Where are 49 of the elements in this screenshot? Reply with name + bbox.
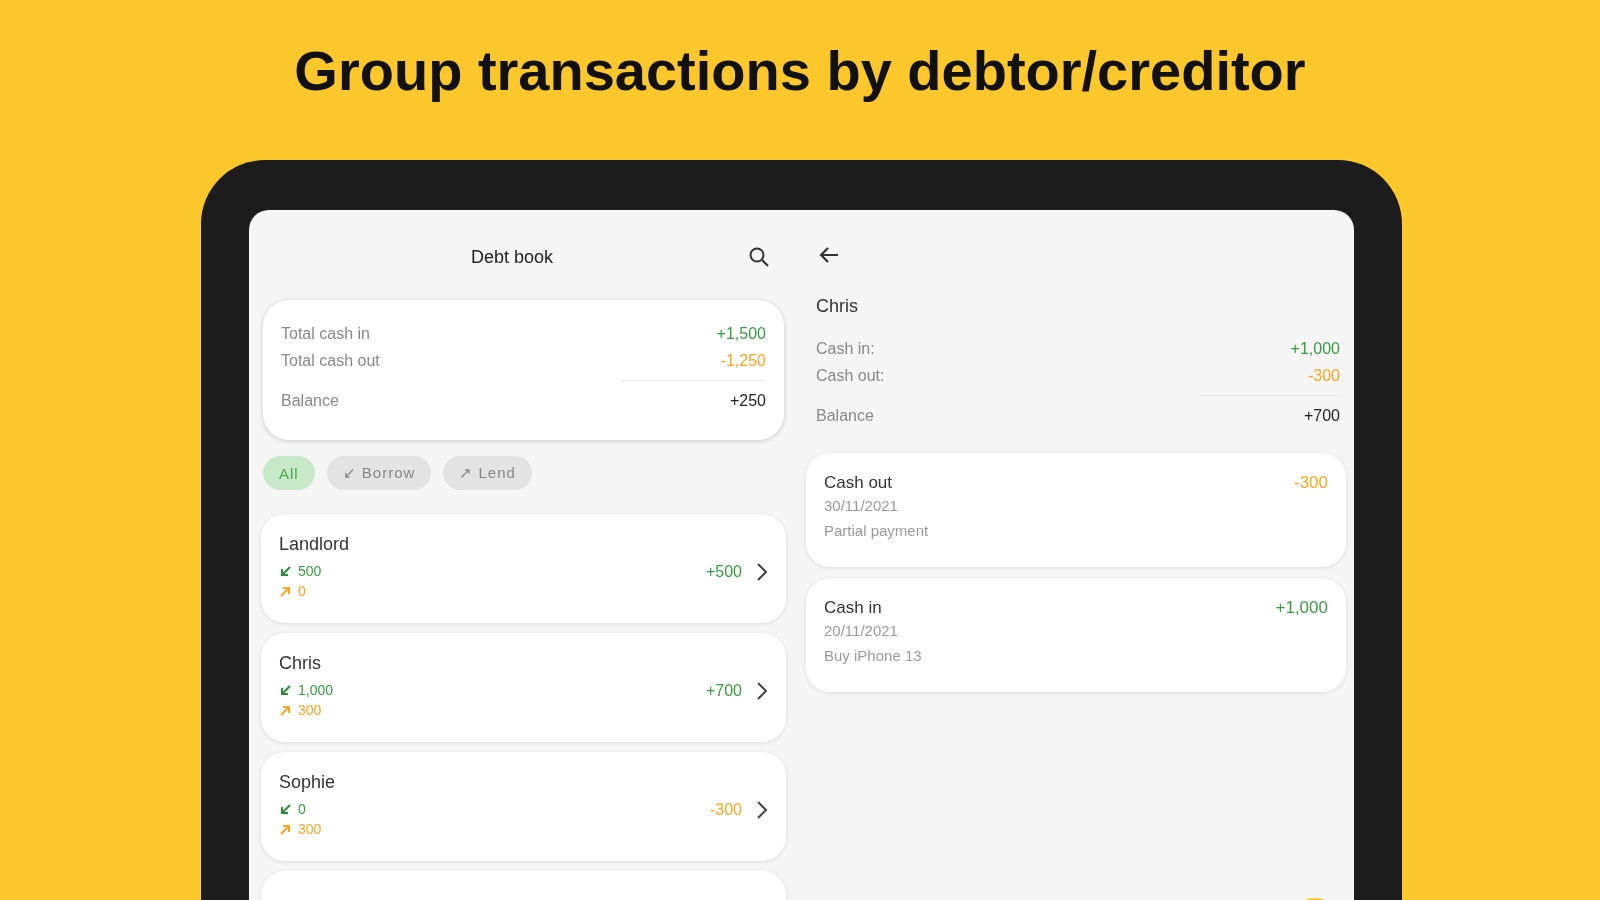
contact-name: Chris xyxy=(279,653,322,674)
arrow-down-left-icon xyxy=(279,683,292,697)
cash-in-amount: 1,000 xyxy=(298,681,334,700)
chevron-right-icon xyxy=(756,680,768,701)
chevron-right-icon xyxy=(756,799,768,820)
summary-amount: +250 xyxy=(729,391,766,411)
contact-card[interactable]: Landlord 500 0 +500 xyxy=(261,514,786,623)
summary-label: Cash out: xyxy=(816,366,885,386)
contact-title: Chris xyxy=(816,296,859,317)
balance-amount: +700 xyxy=(705,681,742,700)
contact-card[interactable]: Chris 1,000 300 +700 xyxy=(261,633,786,742)
transaction-date: 30/11/2021 xyxy=(824,497,899,514)
transaction-amount: -300 xyxy=(1293,473,1328,493)
transaction-card[interactable]: Cash in 20/11/2021 Buy iPhone 13 +1,000 xyxy=(806,578,1346,692)
transaction-note: Partial payment xyxy=(824,522,929,539)
arrow-up-right-icon xyxy=(279,584,292,598)
app-title: Debt book xyxy=(471,246,554,268)
summary-amount: +700 xyxy=(1303,406,1340,426)
arrow-down-left-icon xyxy=(279,564,292,578)
cash-in-amount: 500 xyxy=(298,562,322,581)
cash-out-amount: 300 xyxy=(298,701,322,720)
summary-label: Total cash in xyxy=(281,324,370,344)
summary-label: Total cash out xyxy=(281,351,380,371)
transaction-note: Buy iPhone 13 xyxy=(824,647,922,664)
contact-name: Landlord xyxy=(279,534,350,555)
balance-amount: -300 xyxy=(709,800,742,819)
summary-amount: +1,000 xyxy=(1290,339,1340,359)
chevron-right-icon xyxy=(756,561,768,582)
summary-amount: -300 xyxy=(1307,366,1340,386)
summary-amount: +1,500 xyxy=(716,324,766,344)
summary-label: Cash in: xyxy=(816,339,875,359)
transaction-type: Cash in xyxy=(824,598,883,618)
summary-label: Balance xyxy=(281,391,339,411)
transaction-date: 20/11/2021 xyxy=(824,622,899,639)
arrow-up-right-icon xyxy=(279,703,292,717)
transaction-card[interactable]: Cash out 30/11/2021 Partial payment -300 xyxy=(806,453,1346,567)
balance-amount: +500 xyxy=(705,562,742,581)
transaction-amount: +1,000 xyxy=(1275,598,1328,618)
arrow-up-right-icon xyxy=(279,822,292,836)
summary-amount: -1,250 xyxy=(720,351,766,371)
cash-out-amount: 0 xyxy=(298,582,306,601)
headline: Group transactions by debtor/creditor xyxy=(294,37,1306,103)
summary-label: Balance xyxy=(816,406,874,426)
cash-out-amount: 300 xyxy=(298,820,322,839)
contact-card[interactable]: Sophie 0 300 -300 xyxy=(261,752,786,861)
transaction-type: Cash out xyxy=(824,473,894,493)
cash-in-amount: 0 xyxy=(298,800,306,819)
arrow-down-left-icon xyxy=(279,802,292,816)
contact-name: Sophie xyxy=(279,772,336,793)
